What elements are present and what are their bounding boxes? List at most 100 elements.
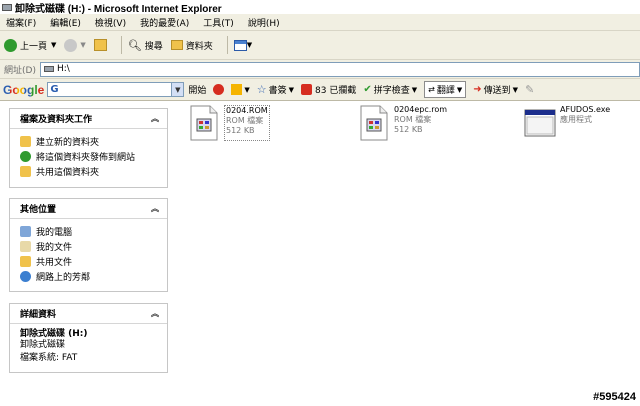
details-header[interactable]: 詳細資料 ︽: [10, 304, 167, 324]
address-label: 網址(D): [4, 65, 36, 76]
spellcheck-button[interactable]: ✔ 拼字檢查 ▼: [363, 83, 417, 96]
chevron-down-icon: ▼: [411, 85, 418, 94]
back-label: 上一頁: [20, 41, 48, 52]
other-places-header[interactable]: 其他位置 ︽: [10, 199, 167, 219]
news-icon: [213, 84, 225, 95]
file-meta: AFUDOS.exe 應用程式: [560, 105, 610, 141]
highlight-button[interactable]: ✎: [525, 83, 534, 96]
place-label: 我的文件: [36, 243, 73, 253]
file-type: ROM 檔案: [226, 116, 264, 125]
pencil-icon: ✎: [525, 83, 535, 96]
address-value: H:\: [56, 64, 70, 74]
task-publish-folder[interactable]: 將這個資料夾發佈到網站: [20, 149, 157, 164]
address-input[interactable]: H:\: [39, 61, 640, 77]
menu-tools[interactable]: 工具(T): [203, 16, 234, 29]
bookmarks-label: 書簽: [268, 86, 287, 96]
chevron-down-icon[interactable]: ▼: [171, 83, 184, 96]
network-icon: [20, 271, 31, 282]
title-bar: 卸除式磁碟 (H:) - Microsoft Internet Explorer: [0, 0, 640, 15]
menu-help[interactable]: 說明(H): [248, 16, 280, 29]
chevron-down-icon: ▼: [246, 41, 253, 49]
google-logo[interactable]: Google: [3, 83, 44, 97]
up-folder-icon: [93, 39, 107, 51]
collapse-icon[interactable]: ︽: [151, 203, 159, 214]
task-share-folder[interactable]: 共用這個資料夾: [20, 164, 157, 179]
folder-icon: [170, 40, 183, 50]
address-bar: 網址(D) H:\: [0, 60, 640, 79]
file-tasks-header[interactable]: 檔案及資料夾工作 ︽: [10, 109, 167, 129]
place-my-computer[interactable]: 我的電腦: [20, 224, 157, 239]
documents-icon: [20, 241, 31, 252]
file-tasks-panel: 檔案及資料夾工作 ︽ 建立新的資料夾 將這個資料夾發佈到網站 共用這個資料夾: [9, 108, 168, 188]
file-meta: 0204.ROM ROM 檔案 512 KB: [224, 105, 270, 141]
chevron-down-icon: ▼: [244, 85, 250, 94]
send-to-label: 傳送到: [483, 86, 511, 96]
menu-edit[interactable]: 編輯(E): [50, 16, 81, 29]
details-type: 卸除式磁碟: [20, 340, 66, 350]
task-label: 將這個資料夾發佈到網站: [36, 153, 136, 163]
search-button[interactable]: 🔍︎ 搜尋: [128, 39, 163, 52]
details-panel: 詳細資料 ︽ 卸除式磁碟 (H:) 卸除式磁碟 檔案系統: FAT: [9, 303, 168, 373]
task-label: 共用這個資料夾: [36, 168, 100, 178]
collapse-icon[interactable]: ︽: [151, 308, 159, 319]
forward-button[interactable]: ▼: [64, 38, 86, 52]
details-body: 卸除式磁碟 (H:) 卸除式磁碟 檔案系統: FAT: [10, 324, 167, 369]
other-places-panel: 其他位置 ︽ 我的電腦 我的文件 共用文件 網路上的芳鄰: [9, 198, 168, 292]
file-tasks-list: 建立新的資料夾 將這個資料夾發佈到網站 共用這個資料夾: [10, 129, 167, 184]
details-name: 卸除式磁碟 (H:): [20, 329, 88, 339]
place-my-documents[interactable]: 我的文件: [20, 239, 157, 254]
task-label: 建立新的資料夾: [36, 138, 100, 148]
place-shared-documents[interactable]: 共用文件: [20, 254, 157, 269]
drive-icon: [2, 3, 12, 11]
google-search-input[interactable]: G ▼: [47, 82, 185, 97]
collapse-icon[interactable]: ︽: [151, 113, 159, 124]
chevron-down-icon: ▼: [512, 85, 519, 94]
menu-view[interactable]: 檢視(V): [95, 16, 126, 29]
place-network[interactable]: 網路上的芳鄰: [20, 269, 157, 284]
google-logo-text: Google: [3, 82, 45, 97]
back-arrow-icon: [4, 38, 17, 52]
other-places-list: 我的電腦 我的文件 共用文件 網路上的芳鄰: [10, 219, 167, 289]
file-name: 0204epc.rom: [394, 105, 448, 114]
google-pagerank-button[interactable]: ▼: [231, 84, 250, 95]
views-icon: [233, 39, 247, 51]
folder-icon: [20, 256, 31, 267]
application-icon: [524, 105, 556, 141]
menu-bar: 檔案(F) 編輯(E) 檢視(V) 我的最愛(A) 工具(T) 說明(H): [0, 14, 640, 31]
pagerank-icon: [231, 84, 243, 95]
spellcheck-icon: ✔: [363, 84, 372, 95]
file-item[interactable]: 0204epc.rom ROM 檔案 512 KB: [358, 105, 447, 141]
search-icon: 🔍︎: [127, 38, 142, 52]
google-toolbar: Google G ▼ 開始 ▼ ☆ 書簽 ▼ 83 已攔截 ✔ 拼字檢查 ▼ ⇄…: [0, 79, 640, 101]
google-news-button[interactable]: [213, 84, 225, 95]
task-pane: 檔案及資料夾工作 ︽ 建立新的資料夾 將這個資料夾發佈到網站 共用這個資料夾 其…: [0, 101, 178, 406]
menu-file[interactable]: 檔案(F): [6, 16, 36, 29]
views-button[interactable]: ▼: [233, 39, 253, 51]
task-new-folder[interactable]: 建立新的資料夾: [20, 134, 157, 149]
popup-blocker-button[interactable]: 83 已攔截: [301, 83, 356, 96]
blocked-count: 83 已攔截: [315, 86, 357, 96]
menu-favorites[interactable]: 我的最愛(A): [140, 16, 189, 29]
file-size: 512 KB: [226, 126, 255, 135]
translate-button[interactable]: ⇄ 翻譯 ▼: [424, 81, 467, 98]
details-fs: 檔案系統: FAT: [20, 353, 78, 363]
blocker-icon: [301, 84, 313, 95]
watermark: #595424: [593, 391, 636, 403]
send-to-button[interactable]: ➜ 傳送到 ▼: [473, 83, 518, 96]
file-name: 0204.ROM: [226, 106, 268, 115]
file-item[interactable]: AFUDOS.exe 應用程式: [524, 105, 610, 141]
globe-icon: [20, 151, 31, 162]
back-button[interactable]: 上一頁 ▼: [4, 38, 57, 52]
up-folder-button[interactable]: [93, 39, 107, 51]
folders-button[interactable]: 資料夾: [170, 39, 213, 52]
translate-label: 翻譯: [436, 86, 455, 96]
chevron-down-icon: ▼: [51, 41, 57, 49]
new-folder-icon: [20, 136, 31, 147]
file-item[interactable]: 0204.ROM ROM 檔案 512 KB: [188, 105, 270, 141]
bookmarks-button[interactable]: ☆ 書簽 ▼: [257, 83, 294, 96]
google-go-button[interactable]: 開始: [188, 83, 206, 96]
computer-icon: [20, 226, 31, 237]
standard-toolbar: 上一頁 ▼ ▼ 🔍︎ 搜尋 資料夾 ▼: [0, 31, 640, 60]
place-label: 共用文件: [36, 258, 73, 268]
translate-icon: ⇄: [428, 85, 435, 94]
